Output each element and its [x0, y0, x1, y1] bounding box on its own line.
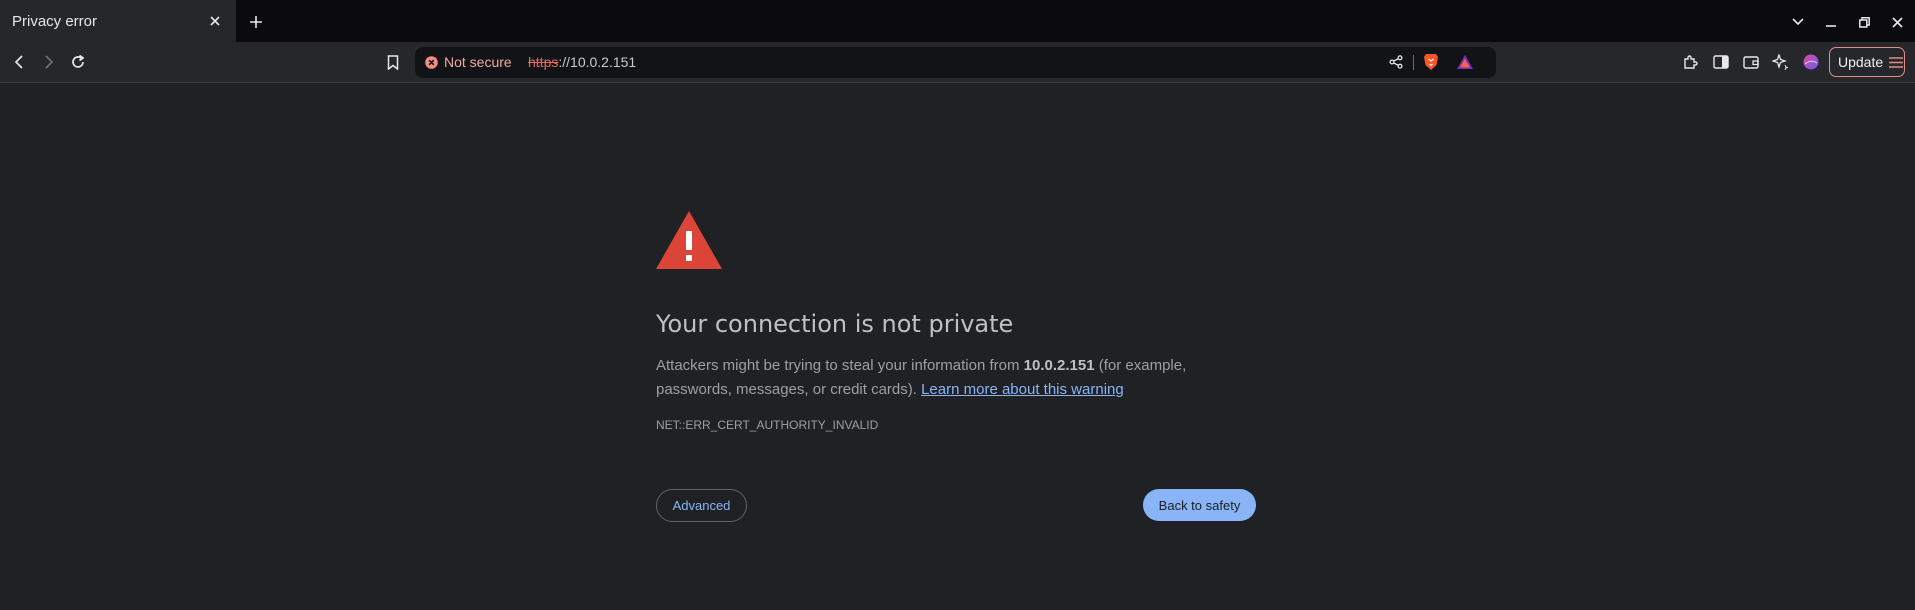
bookmark-button[interactable]	[381, 50, 405, 74]
back-to-safety-button[interactable]: Back to safety	[1143, 489, 1256, 521]
extensions-button[interactable]	[1679, 50, 1703, 74]
new-tab-button[interactable]	[244, 10, 268, 34]
close-window-button[interactable]	[1885, 10, 1909, 34]
forward-button[interactable]	[37, 50, 61, 74]
chevron-down-icon	[1792, 18, 1804, 26]
close-icon	[1891, 16, 1903, 28]
wallet-icon	[1743, 56, 1759, 69]
url-host: ://10.0.2.151	[558, 54, 637, 70]
wallet-button[interactable]	[1739, 50, 1763, 74]
avatar-icon	[1803, 54, 1819, 70]
url-text[interactable]: https://10.0.2.151	[528, 54, 636, 70]
update-button[interactable]: Update	[1829, 47, 1905, 77]
not-secure-icon[interactable]	[425, 56, 438, 69]
leo-ai-button[interactable]	[1768, 50, 1792, 74]
restore-button[interactable]	[1852, 10, 1876, 34]
tab-privacy-error[interactable]: Privacy error	[0, 0, 236, 42]
warning-triangle-icon	[656, 211, 722, 269]
page-title: Your connection is not private	[656, 310, 1014, 338]
desc-host: 10.0.2.151	[1023, 357, 1095, 374]
error-description: Attackers might be trying to steal your …	[656, 354, 1256, 402]
reload-button[interactable]	[66, 50, 90, 74]
advanced-button[interactable]: Advanced	[656, 489, 747, 522]
tab-title: Privacy error	[12, 12, 98, 30]
toolbar: Not secure https://10.0.2.151 Update	[0, 42, 1915, 83]
tab-search-button[interactable]	[1786, 10, 1810, 34]
share-button[interactable]	[1386, 52, 1406, 72]
share-icon	[1389, 55, 1403, 69]
rewards-triangle-icon	[1457, 55, 1473, 69]
hamburger-menu-icon	[1889, 56, 1904, 68]
restore-icon	[1858, 16, 1870, 28]
omnibox-divider	[1413, 55, 1414, 70]
learn-more-link[interactable]: Learn more about this warning	[921, 381, 1124, 398]
minimize-icon	[1826, 25, 1836, 27]
forward-arrow-icon	[45, 55, 54, 69]
brave-rewards-button[interactable]	[1455, 52, 1475, 72]
tab-strip: Privacy error	[0, 0, 1915, 42]
bookmark-icon	[387, 54, 399, 70]
brave-shields-button[interactable]	[1421, 52, 1441, 72]
desc-text-before: Attackers might be trying to steal your …	[656, 357, 1024, 374]
close-tab-icon[interactable]	[204, 10, 226, 32]
brave-lion-icon	[1424, 54, 1438, 70]
plus-icon	[250, 16, 262, 28]
sparkle-icon	[1772, 54, 1788, 70]
address-bar[interactable]: Not secure https://10.0.2.151	[415, 47, 1496, 78]
minimize-button[interactable]	[1819, 10, 1843, 34]
reload-icon	[72, 54, 85, 68]
update-label: Update	[1838, 54, 1884, 70]
sidebar-button[interactable]	[1709, 50, 1733, 74]
profile-button[interactable]	[1799, 50, 1823, 74]
puzzle-icon	[1684, 55, 1698, 69]
back-button[interactable]	[7, 50, 31, 74]
back-arrow-icon	[14, 55, 23, 69]
sidebar-icon	[1713, 55, 1729, 69]
url-scheme: https	[528, 54, 559, 70]
error-code[interactable]: NET::ERR_CERT_AUTHORITY_INVALID	[656, 418, 878, 432]
not-secure-label[interactable]: Not secure	[444, 54, 512, 70]
